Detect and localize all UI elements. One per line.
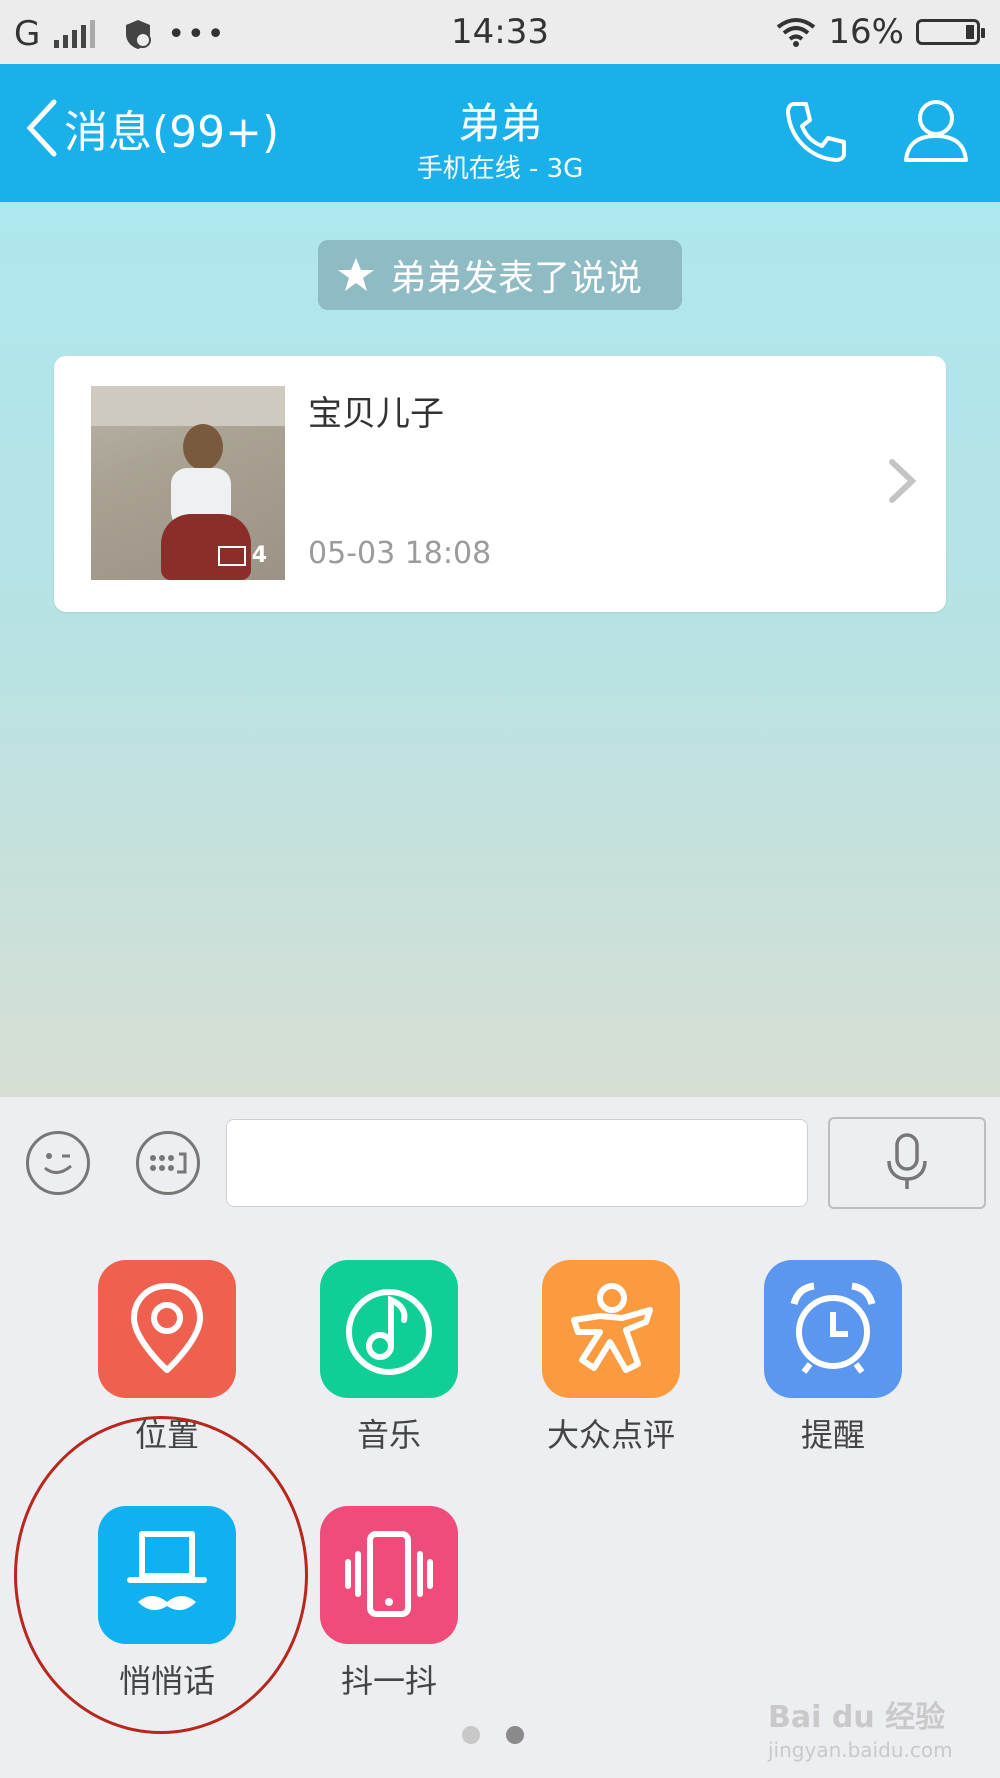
app-label: 抖一抖 (340, 1662, 437, 1700)
phone-call-icon[interactable] (780, 96, 852, 168)
emoji-icon (44, 1153, 72, 1174)
notice-text: 弟弟发表了说说 (390, 258, 643, 299)
page-dot-active[interactable] (506, 1726, 524, 1744)
shake-tile (320, 1506, 458, 1644)
watermark-url: jingyan.baidu.com (768, 1738, 953, 1762)
app-label: 提醒 (800, 1416, 865, 1454)
vibrating-phone-icon (345, 1531, 433, 1617)
app-dianping[interactable]: 大众点评 (511, 1260, 711, 1456)
highlight-circle (14, 1416, 308, 1734)
app-shake[interactable]: 抖一抖 (289, 1506, 489, 1702)
location-pin-icon (131, 1283, 203, 1373)
music-tile (320, 1260, 458, 1398)
microphone-icon (887, 1133, 927, 1189)
music-note-icon (346, 1289, 432, 1375)
post-timestamp: 05-03 18:08 (308, 536, 492, 571)
page-indicator (462, 1726, 524, 1744)
page-dot[interactable] (462, 1726, 480, 1744)
message-input[interactable] (226, 1119, 808, 1207)
chat-header: 消息(99+) 弟弟 手机在线 - 3G (0, 64, 1000, 202)
app-music[interactable]: 音乐 (289, 1260, 489, 1456)
emoji-button[interactable] (26, 1131, 90, 1195)
watermark-text: Bai du 经验 (768, 1700, 946, 1735)
image-icon (217, 545, 246, 566)
profile-icon[interactable] (900, 94, 972, 166)
battery-percent: 16% (828, 12, 904, 52)
dianping-tile (542, 1260, 680, 1398)
chevron-right-icon (889, 459, 917, 503)
post-photo: 4 (91, 386, 285, 580)
dianping-person-icon (571, 1283, 653, 1373)
watermark-logo: Bai du 经验 jingyan.baidu.com (768, 1692, 953, 1762)
app-label: 大众点评 (546, 1416, 675, 1454)
post-title: 宝贝儿子 (308, 394, 444, 434)
battery-icon (916, 19, 985, 45)
keyboard-toggle-button[interactable] (136, 1131, 200, 1195)
input-bar (0, 1096, 1000, 1227)
keyboard-icon (150, 1152, 187, 1174)
status-bar: G ••• 14:33 16% (0, 0, 1000, 64)
location-tile (98, 1260, 236, 1398)
star-icon (338, 258, 374, 291)
chat-area[interactable]: 弟弟发表了说说 4 宝贝儿子 05-03 18:08 (0, 202, 1000, 1096)
alarm-clock-icon (790, 1282, 876, 1374)
post-notice[interactable]: 弟弟发表了说说 (318, 240, 682, 310)
post-card[interactable]: 4 宝贝儿子 05-03 18:08 (54, 356, 946, 612)
photo-count-badge: 4 (217, 543, 267, 568)
reminder-tile (764, 1260, 902, 1398)
wifi-icon (777, 18, 816, 47)
app-reminder[interactable]: 提醒 (733, 1260, 933, 1456)
voice-button[interactable] (828, 1117, 986, 1209)
app-label: 音乐 (356, 1416, 421, 1454)
